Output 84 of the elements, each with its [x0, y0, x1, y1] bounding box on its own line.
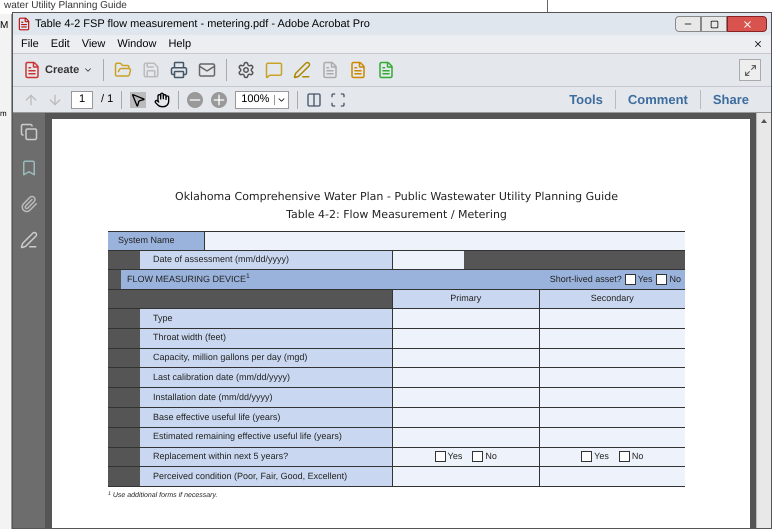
zoom-dropdown[interactable]: 100%: [235, 90, 290, 108]
background-window-title: water Utility Planning Guide: [4, 0, 127, 11]
mail-icon[interactable]: [198, 61, 216, 79]
maximize-button[interactable]: [701, 16, 727, 32]
background-text: M: [0, 19, 8, 33]
row-label: Throat width (feet): [140, 328, 392, 348]
row-label: Capacity, million gallons per day (mgd): [140, 348, 392, 368]
input-field[interactable]: [204, 232, 685, 250]
menu-item[interactable]: Help: [168, 36, 192, 52]
checkbox-label: Yes: [638, 272, 652, 286]
checkbox[interactable]: [581, 451, 592, 462]
input-field[interactable]: [392, 348, 538, 368]
zoom-out-icon[interactable]: [187, 92, 204, 108]
window-title: Table 4-2 FSP flow measurement - metering.pdf - Adobe Acrobat Pro: [35, 16, 370, 32]
print-icon[interactable]: [170, 61, 188, 79]
pages-icon[interactable]: [20, 123, 38, 141]
input-field[interactable]: [392, 467, 538, 486]
panel-tab[interactable]: Tools: [557, 90, 615, 110]
menu-item[interactable]: File: [21, 36, 39, 52]
checkbox-label: Yes: [448, 450, 462, 464]
input-field[interactable]: [392, 388, 538, 407]
input-field[interactable]: [392, 251, 464, 269]
paperclip-icon[interactable]: [20, 195, 38, 213]
input-field[interactable]: [538, 467, 685, 486]
input-field[interactable]: [392, 309, 538, 328]
close-button[interactable]: [727, 16, 767, 32]
page-count: / 1: [101, 92, 114, 108]
input-field[interactable]: [392, 368, 538, 388]
label-cell: System Name: [108, 232, 204, 250]
input-field[interactable]: [538, 388, 685, 407]
input-field[interactable]: [538, 328, 685, 348]
close-document-icon[interactable]: [753, 39, 763, 49]
input-field[interactable]: [392, 408, 538, 427]
document-title: Oklahoma Comprehensive Water Plan - Public Wastewater Utility Planning Guide: [175, 189, 618, 205]
checkbox-label: No: [485, 450, 497, 464]
row-label: Base effective useful life (years): [140, 408, 392, 427]
row-label: Installation date (mm/dd/yyyy): [140, 388, 392, 407]
scroll-up-icon[interactable]: [761, 119, 767, 123]
document-subtitle: Table 4-2: Flow Measurement / Metering: [286, 206, 507, 222]
input-field[interactable]: [538, 348, 685, 368]
row-label: Last calibration date (mm/dd/yyyy): [140, 368, 392, 388]
checkbox[interactable]: [434, 451, 446, 462]
checkbox-label: No: [632, 450, 644, 464]
expand-icon: [744, 64, 756, 76]
input-field[interactable]: [392, 428, 538, 447]
row-label: Perceived condition (Poor, Fair, Good, Excellent): [140, 467, 392, 486]
create-button[interactable]: Create: [23, 61, 94, 79]
close-icon: [742, 18, 752, 30]
menu-item[interactable]: Edit: [50, 36, 70, 52]
column-header: Secondary: [538, 290, 685, 308]
checkbox-label: Yes: [594, 450, 609, 464]
menu-item[interactable]: Window: [117, 36, 156, 52]
row-label: Estimated remaining effective useful life (years): [140, 428, 392, 447]
zoom-in-icon[interactable]: [211, 92, 228, 108]
column-header: Primary: [392, 290, 538, 308]
select-tool-icon[interactable]: [130, 92, 146, 108]
row-label: Type: [140, 309, 392, 328]
label-cell: Date of assessment (mm/dd/yyyy): [140, 251, 392, 269]
checkbox[interactable]: [618, 451, 630, 462]
panel-tab[interactable]: Share: [700, 90, 761, 110]
input-field[interactable]: [392, 328, 538, 348]
input-field[interactable]: [538, 368, 685, 388]
bookmark-icon[interactable]: [20, 159, 38, 177]
menu-item[interactable]: View: [82, 36, 106, 52]
checkbox[interactable]: [624, 274, 636, 285]
checkbox-label: No: [669, 272, 681, 286]
short-lived-label: Short-lived asset?: [550, 272, 622, 286]
input-field[interactable]: [538, 408, 685, 427]
page-number-field[interactable]: 1: [71, 90, 93, 108]
input-field[interactable]: [538, 309, 685, 328]
hand-tool-icon[interactable]: [154, 92, 170, 108]
settings-icon[interactable]: [237, 61, 256, 79]
panel-tab[interactable]: Comment: [614, 90, 700, 110]
checkbox[interactable]: [656, 274, 668, 285]
maximize-icon: [710, 20, 718, 28]
pdf-file-icon: [17, 17, 31, 31]
full-screen-button[interactable]: [739, 59, 761, 81]
create-icon: [23, 61, 41, 79]
row-label: Replacement within next 5 years?: [140, 448, 392, 466]
input-field[interactable]: [538, 428, 685, 447]
background-text: m: [0, 108, 7, 120]
checkbox[interactable]: [472, 451, 484, 462]
section-heading: FLOW MEASURING DEVICE$^{1}$: [127, 272, 250, 286]
scrollbar[interactable]: [756, 113, 771, 528]
